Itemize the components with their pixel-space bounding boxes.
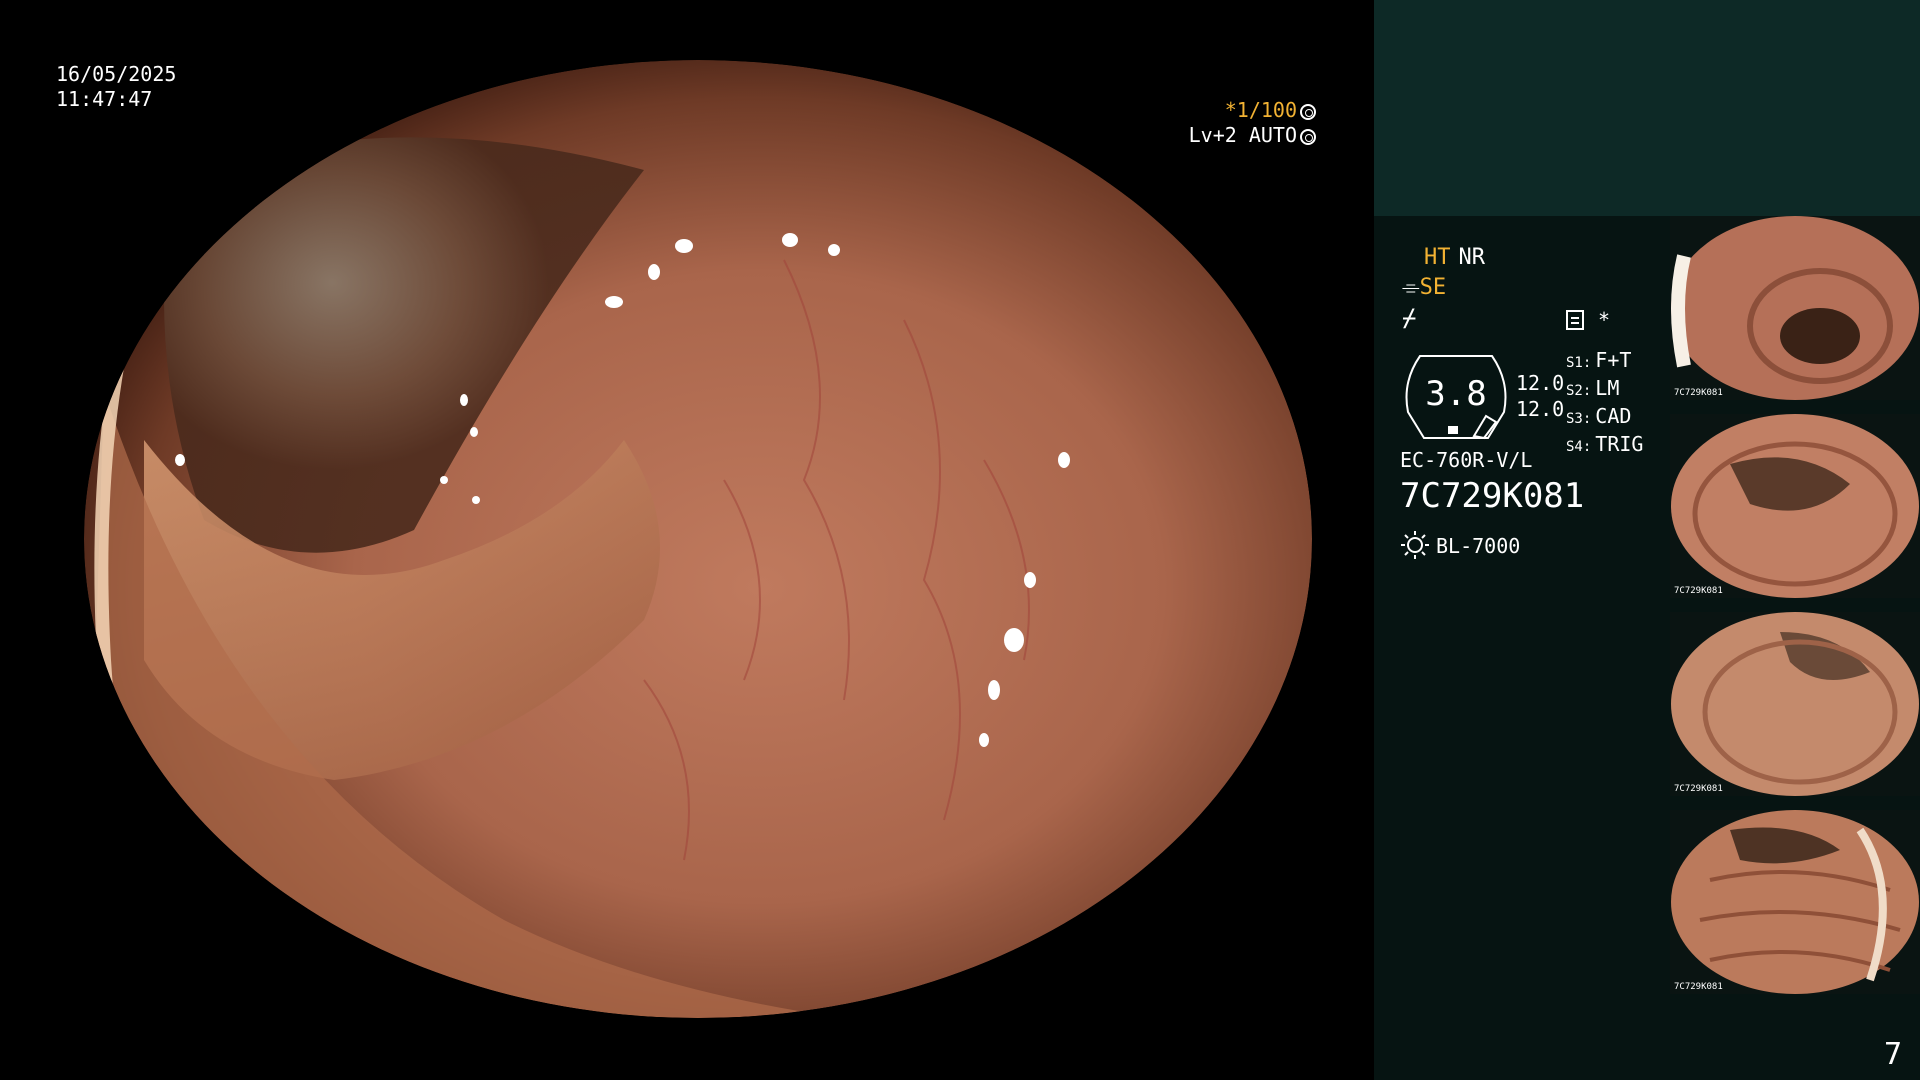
scope-mask-bottom bbox=[0, 1018, 1374, 1080]
zoom-levels: 12.0 12.0 bbox=[1516, 370, 1564, 422]
nr-label: NR bbox=[1458, 245, 1486, 270]
se-row: ⌯SE bbox=[1402, 274, 1446, 302]
exposure-display: *1/100 Lv+2 AUTO bbox=[1189, 98, 1316, 148]
thumbnail-caption: 7C729K081 bbox=[1674, 784, 1723, 794]
thumbnail-caption: 7C729K081 bbox=[1674, 586, 1723, 596]
captured-images-list: 7C729K081 7C729K081 7C729K081 7C729K081 bbox=[1670, 216, 1920, 1008]
datetime-display: 16/05/2025 11:47:47 bbox=[56, 62, 176, 112]
structure-row: ⌿ bbox=[1402, 304, 1416, 332]
thumbnail-image bbox=[1671, 216, 1919, 400]
zoom-level-2: 12.0 bbox=[1516, 397, 1565, 421]
panel-header-area bbox=[1374, 0, 1920, 216]
captured-image-thumbnail[interactable]: 7C729K081 bbox=[1670, 414, 1920, 598]
endoscope-view: 16/05/2025 11:47:47 *1/100 Lv+2 AUTO bbox=[0, 0, 1374, 1080]
thumbnail-image bbox=[1671, 414, 1919, 598]
menu-icons: * bbox=[1566, 306, 1610, 334]
brightness-level: Lv+2 AUTO bbox=[1188, 123, 1297, 147]
shutter-speed: *1/100 bbox=[1224, 98, 1297, 122]
thumbnail-image bbox=[1671, 810, 1919, 994]
se-label: SE bbox=[1419, 275, 1447, 300]
zoom-gauge: 3.8 bbox=[1400, 352, 1512, 440]
scope-serial: 7C729K081 bbox=[1400, 476, 1585, 516]
info-side-panel: HT NR ⌯SE ⌿ * 3.8 12.0 12.0 S1: F+T S2: LM … bbox=[1374, 0, 1920, 1080]
zoom-level-1: 12.0 bbox=[1516, 371, 1565, 395]
asterisk-icon: * bbox=[1598, 308, 1611, 332]
date-label: 16/05/2025 bbox=[56, 62, 177, 86]
ht-label: HT bbox=[1424, 245, 1451, 270]
colon-mucosa-image bbox=[84, 60, 1312, 1018]
shutter-icon bbox=[1300, 104, 1316, 120]
switch-row: S1: F+T bbox=[1566, 348, 1632, 372]
scope-model: EC-760R-V/L bbox=[1400, 448, 1533, 472]
light-source-label: BL-7000 bbox=[1436, 534, 1521, 558]
enhancement-mode: HT NR bbox=[1424, 244, 1485, 272]
thumbnail-caption: 7C729K081 bbox=[1674, 388, 1723, 398]
structure-icon: ⌿ bbox=[1402, 304, 1417, 332]
switch-row: S4: TRIG bbox=[1566, 432, 1644, 456]
auto-iris-icon bbox=[1300, 129, 1316, 145]
captured-image-thumbnail[interactable]: 7C729K081 bbox=[1670, 612, 1920, 796]
page-number: 7 bbox=[1883, 1037, 1902, 1072]
switch-row: S3: CAD bbox=[1566, 404, 1632, 428]
light-source-icon bbox=[1401, 531, 1429, 559]
scope-mask-top bbox=[0, 0, 1374, 60]
thumbnail-caption: 7C729K081 bbox=[1674, 982, 1723, 992]
thumbnail-image bbox=[1671, 612, 1919, 796]
captured-image-thumbnail[interactable]: 7C729K081 bbox=[1670, 810, 1920, 994]
endoscopic-image bbox=[84, 60, 1312, 1018]
light-source: BL-7000 bbox=[1400, 530, 1520, 561]
menu-list-icon bbox=[1566, 310, 1584, 330]
time-label: 11:47:47 bbox=[56, 87, 153, 111]
se-mode-icon: ⌯ bbox=[1402, 275, 1420, 300]
captured-image-thumbnail[interactable]: 7C729K081 bbox=[1670, 216, 1920, 400]
switch-row: S2: LM bbox=[1566, 376, 1620, 400]
switch-assignments: S1: F+T S2: LM S3: CAD S4: TRIG bbox=[1566, 348, 1643, 460]
zoom-value: 3.8 bbox=[1425, 374, 1487, 414]
